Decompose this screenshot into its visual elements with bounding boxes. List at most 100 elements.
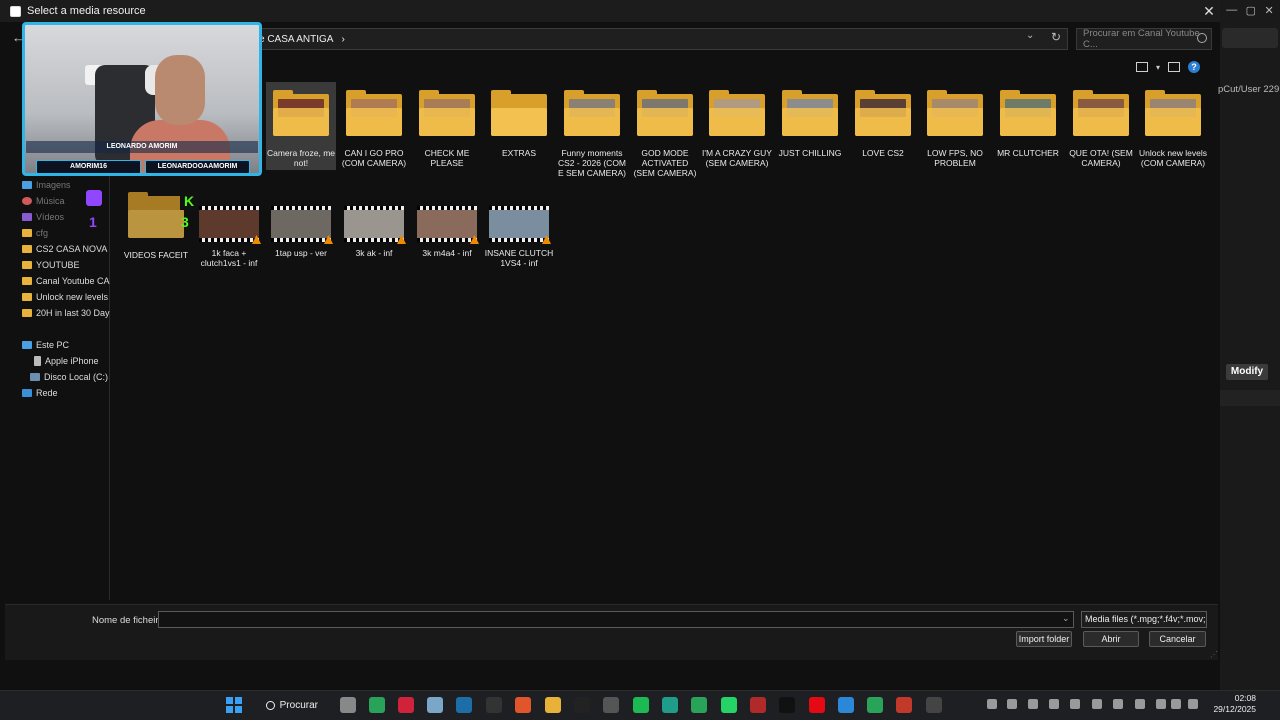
disk-icon	[30, 373, 40, 381]
task-view-icon[interactable]	[340, 697, 356, 713]
folder-item[interactable]: I'M A CRAZY GUY (SEM CAMERA)	[702, 82, 772, 178]
help-icon[interactable]: ?	[1188, 61, 1201, 73]
nav-item-imagens[interactable]: Imagens	[22, 180, 110, 190]
display-icon[interactable]	[1156, 699, 1166, 709]
maximize-icon[interactable]: ▢	[1246, 4, 1256, 17]
breadcrumb-chevron-icon[interactable]: ›	[341, 34, 344, 45]
taskbar-search[interactable]: Procurar	[258, 695, 318, 715]
nav-item-este-pc[interactable]: Este PC	[22, 340, 110, 350]
folder-icon	[709, 90, 765, 136]
recorder-icon[interactable]	[896, 697, 912, 713]
video-thumbnail	[199, 206, 261, 244]
nav-item-unlock-new-levels[interactable]: Unlock new levels (C	[22, 292, 110, 302]
social-tag-left: AMORIM16	[36, 160, 141, 174]
clock[interactable]: 02:08 29/12/2025	[1206, 693, 1256, 715]
chevron-up-icon[interactable]	[987, 699, 997, 709]
video-item[interactable]: INSANE CLUTCH 1VS4 - inf	[484, 196, 554, 268]
game-icon[interactable]	[750, 697, 766, 713]
tray-app-icon[interactable]	[1049, 699, 1059, 709]
modify-button[interactable]: Modify	[1226, 364, 1268, 380]
folder-item[interactable]: CAN I GO PRO (COM CAMERA)	[339, 82, 409, 178]
nav-item-cs2-casa-nova[interactable]: CS2 CASA NOVA📌	[22, 244, 110, 254]
microphone-icon[interactable]	[1135, 699, 1145, 709]
discord-icon[interactable]	[662, 697, 678, 713]
video-item[interactable]: 3k ak - inf	[339, 196, 409, 258]
folder-icon	[637, 90, 693, 136]
tiktok-icon[interactable]	[779, 697, 795, 713]
address-bar[interactable]: e CASA ANTIGA ›	[246, 28, 1068, 50]
computer-icon	[22, 341, 32, 349]
file-type-select[interactable]: Media files (*.mpg;*.f4v;*.mov;	[1081, 611, 1207, 628]
capcut-icon[interactable]	[574, 697, 590, 713]
browser-icon[interactable]	[515, 697, 531, 713]
opera-icon[interactable]	[398, 697, 414, 713]
battery-icon[interactable]	[1188, 699, 1198, 709]
minimize-icon[interactable]: —	[1226, 4, 1237, 17]
nav-item-20h[interactable]: 20H in last 30 Days (C	[22, 308, 110, 318]
chrome-icon[interactable]	[369, 697, 385, 713]
chrome-alt-icon[interactable]	[867, 697, 883, 713]
video-item[interactable]: 1tap usp - ver	[266, 196, 336, 258]
background-app-toolbar	[1222, 28, 1278, 48]
view-mode-icon[interactable]	[1136, 62, 1148, 72]
filename-input[interactable]	[158, 611, 1074, 628]
volume-icon[interactable]	[1171, 699, 1181, 709]
cancel-button[interactable]: Cancelar	[1149, 631, 1206, 647]
folder-label: Camera froze, me not!	[266, 148, 336, 168]
folder-item[interactable]: Unlock new levels (COM CAMERA)	[1138, 82, 1208, 178]
video-item[interactable]: 3k m4a4 - inf	[412, 196, 482, 258]
folder-icon	[855, 90, 911, 136]
nav-item-rede[interactable]: Rede	[22, 388, 110, 398]
video-item[interactable]: 1k faca + clutch1vs1 - inf	[194, 196, 264, 268]
folder-item[interactable]: JUST CHILLING	[775, 82, 845, 178]
resize-grip-icon[interactable]: ⋰	[1210, 650, 1218, 659]
folder-item[interactable]: CHECK ME PLEASE	[412, 82, 482, 178]
folder-item[interactable]: MR CLUTCHER	[993, 82, 1063, 178]
close-dialog-button[interactable]: ✕	[1200, 2, 1218, 20]
folder-item[interactable]: LOVE CS2	[848, 82, 918, 178]
file-label: INSANE CLUTCH 1VS4 - inf	[484, 248, 554, 268]
notepad-icon[interactable]	[838, 697, 854, 713]
open-button[interactable]: Abrir	[1083, 631, 1139, 647]
tray-app-icon[interactable]	[1070, 699, 1080, 709]
breadcrumb[interactable]: e CASA ANTIGA	[259, 34, 333, 45]
spotify-icon[interactable]	[633, 697, 649, 713]
folder-item[interactable]: LOW FPS, NO PROBLEM	[920, 82, 990, 178]
obs-icon[interactable]	[603, 697, 619, 713]
view-dropdown-icon[interactable]: ▾	[1156, 63, 1160, 72]
steam-tray-icon[interactable]	[1113, 699, 1123, 709]
steam-icon[interactable]	[456, 697, 472, 713]
folder-item[interactable]: EXTRAS	[484, 82, 554, 178]
search-icon[interactable]	[1197, 33, 1207, 43]
folder-icon	[1145, 90, 1201, 136]
background-window-controls[interactable]: — ▢ ✕	[1222, 4, 1278, 17]
file-explorer-icon[interactable]	[545, 697, 561, 713]
tray-app-icon[interactable]	[1007, 699, 1017, 709]
folder-item[interactable]: GOD MODE ACTIVATED (SEM CAMERA)	[630, 82, 700, 178]
capcut-active-icon[interactable]	[926, 697, 942, 713]
nav-item-disco-local[interactable]: Disco Local (C:)	[30, 372, 118, 382]
epic-games-icon[interactable]	[486, 697, 502, 713]
folder-item[interactable]: Camera froze, me not!	[266, 82, 336, 170]
folder-item[interactable]: QUE OTA! (SEM CAMERA)	[1066, 82, 1136, 178]
close-icon[interactable]: ✕	[1265, 4, 1274, 17]
preview-pane-icon[interactable]	[1168, 62, 1181, 72]
folder-icon	[22, 261, 32, 269]
settings-icon[interactable]	[427, 697, 443, 713]
netflix-icon[interactable]	[809, 697, 825, 713]
nvidia-icon[interactable]	[1028, 699, 1038, 709]
chrome-tray-icon[interactable]	[1092, 699, 1102, 709]
start-icon[interactable]	[226, 697, 242, 713]
folder-icon	[491, 90, 547, 136]
address-dropdown-icon[interactable]: ⌄	[1026, 30, 1034, 41]
import-folder-button[interactable]: Import folder	[1016, 631, 1072, 647]
whatsapp-icon[interactable]	[721, 697, 737, 713]
search-input[interactable]: Procurar em Canal Youtube C...	[1076, 28, 1212, 50]
nav-item-apple-iphone[interactable]: Apple iPhone	[34, 356, 122, 366]
refresh-icon[interactable]: ↻	[1048, 30, 1064, 46]
filename-dropdown-icon[interactable]: ⌄	[1062, 613, 1070, 624]
chrome-profile-icon[interactable]	[691, 697, 707, 713]
nav-item-youtube[interactable]: YOUTUBE	[22, 260, 110, 270]
nav-item-canal-youtube[interactable]: Canal Youtube CASA	[22, 276, 110, 286]
folder-item[interactable]: Funny moments CS2 - 2026 (COM E SEM CAME…	[557, 82, 627, 178]
